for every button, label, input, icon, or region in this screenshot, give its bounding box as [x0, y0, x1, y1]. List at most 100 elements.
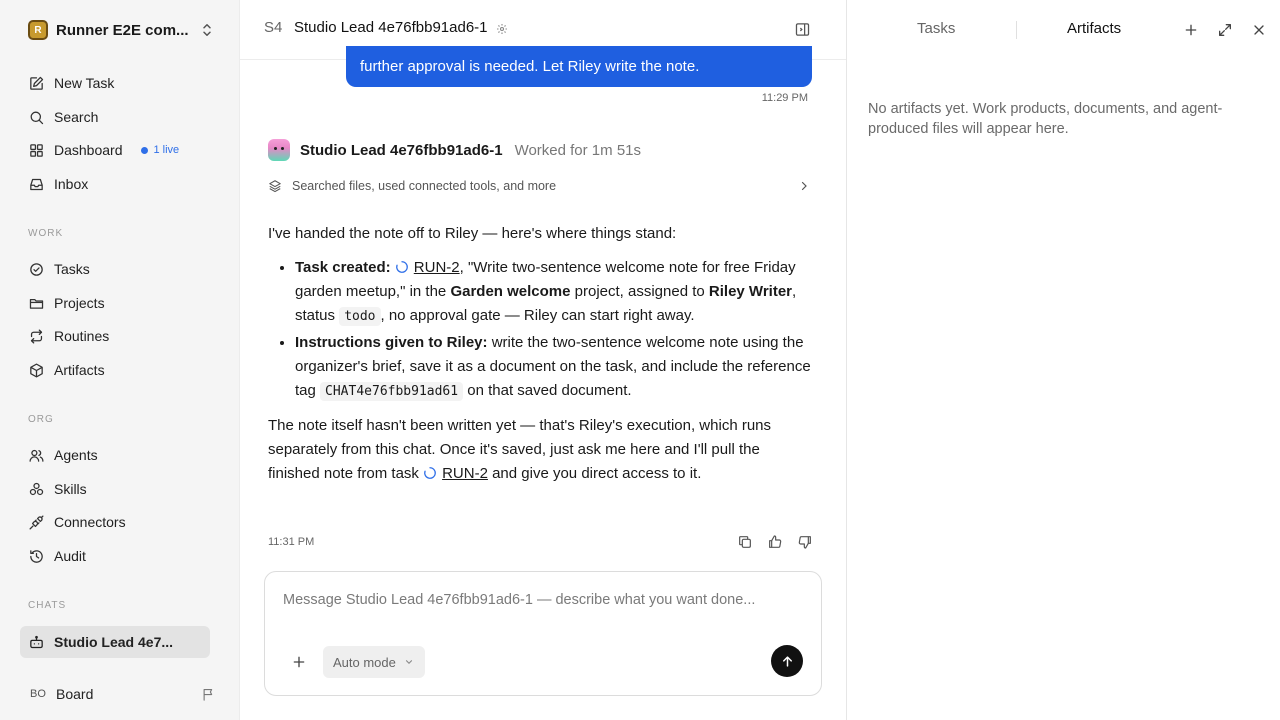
artifacts-empty-state: No artifacts yet. Work products, documen…	[868, 101, 1223, 137]
agent-bullets: Task created: RUN-2, "Write two-sentence…	[295, 256, 813, 404]
nav-audit[interactable]: Audit	[20, 540, 210, 572]
run-link[interactable]: RUN-2	[442, 465, 488, 482]
chat-title: Studio Lead 4e76fbb91ad6-1	[294, 19, 488, 36]
thumbs-up-icon[interactable]	[767, 534, 783, 550]
live-count: 1 live	[153, 144, 180, 156]
flag-icon[interactable]	[201, 687, 216, 702]
dashboard-icon	[30, 143, 43, 157]
nav-skills[interactable]: Skills	[20, 473, 210, 505]
nav-inbox[interactable]: Inbox	[20, 168, 210, 200]
reference-tag: CHAT4e76fbb91ad61	[320, 382, 464, 401]
spinner-icon	[424, 467, 436, 479]
nav-label: Search	[54, 109, 99, 125]
section-org: ORG	[28, 414, 54, 425]
nav-artifacts[interactable]: Artifacts	[20, 354, 210, 386]
chevron-updown-icon	[203, 24, 211, 36]
artifacts-panel: Tasks Artifacts No artifacts yet. Work p…	[846, 0, 1280, 720]
tab-tasks[interactable]: Tasks	[917, 20, 955, 37]
tools-summary-text: Searched files, used connected tools, an…	[292, 179, 557, 193]
chat-badge: S4	[264, 19, 283, 36]
panel-tabs: Tasks Artifacts	[847, 0, 1280, 60]
nav-dashboard[interactable]: Dashboard 1 live	[20, 134, 210, 166]
gear-icon[interactable]	[496, 23, 508, 35]
check-circle-icon	[30, 262, 43, 276]
chevron-right-icon	[801, 181, 807, 191]
nav-label: Agents	[54, 447, 98, 463]
plus-icon[interactable]	[291, 654, 307, 670]
bullet-text: on that saved document.	[463, 382, 632, 399]
user-message-bubble: further approval is needed. Let Riley wr…	[346, 46, 812, 87]
expand-icon[interactable]	[1217, 22, 1233, 38]
nav-label: Routines	[54, 328, 110, 344]
bullet-label: Instructions given to Riley:	[295, 334, 488, 351]
nav-tasks[interactable]: Tasks	[20, 253, 210, 285]
agent-avatar	[268, 139, 290, 161]
plug-icon	[29, 514, 44, 530]
cube-icon	[30, 362, 43, 378]
close-icon[interactable]	[1251, 22, 1267, 38]
bot-icon	[30, 635, 43, 648]
plus-icon[interactable]	[1183, 22, 1199, 38]
project-name: Garden welcome	[450, 283, 571, 300]
agent-message-header: Studio Lead 4e76fbb91ad6-1 Worked for 1m…	[268, 139, 641, 161]
nav-label: Audit	[54, 548, 86, 564]
nav-label: Dashboard	[54, 142, 123, 158]
skills-icon	[29, 482, 44, 495]
nav-projects[interactable]: Projects	[20, 287, 210, 319]
closing-text: and give you direct access to it.	[487, 465, 702, 482]
inbox-icon	[30, 178, 43, 190]
tools-summary-row[interactable]: Searched files, used connected tools, an…	[268, 176, 810, 196]
search-icon	[30, 111, 44, 124]
repeat-icon	[30, 328, 43, 344]
chat-item-studio-lead[interactable]: Studio Lead 4e7...	[20, 626, 210, 658]
agent-intro: I've handed the note off to Riley — here…	[268, 225, 677, 242]
bullet-text: , no approval gate — Riley can start rig…	[380, 307, 695, 324]
workspace-switcher[interactable]: R Runner E2E com...	[20, 16, 220, 44]
board-label: Board	[56, 686, 94, 702]
mode-label: Auto mode	[333, 654, 396, 670]
folder-icon	[29, 298, 44, 309]
nav-routines[interactable]: Routines	[20, 320, 210, 352]
toggle-panel-icon[interactable]	[794, 21, 811, 38]
workspace-name: Runner E2E com...	[56, 21, 189, 39]
spinner-icon	[395, 261, 408, 273]
message-composer[interactable]: Message Studio Lead 4e76fbb91ad6-1 — des…	[264, 571, 822, 696]
chevron-down-icon	[405, 660, 412, 665]
bullet-label: Task created:	[295, 259, 391, 276]
nav-label: Tasks	[54, 261, 90, 277]
users-icon	[29, 449, 44, 462]
user-message-time: 11:29 PM	[761, 92, 808, 104]
nav-label: New Task	[54, 75, 115, 91]
mode-dropdown[interactable]: Auto mode	[323, 646, 425, 678]
composer-placeholder[interactable]: Message Studio Lead 4e76fbb91ad6-1 — des…	[283, 592, 755, 608]
section-chats: CHATS	[28, 600, 67, 611]
agent-message-footer: 11:31 PM	[268, 532, 813, 552]
copy-icon[interactable]	[737, 534, 753, 550]
sidebar: R Runner E2E com... New Task Search Dash…	[0, 0, 240, 720]
edit-icon	[30, 76, 44, 90]
agent-message-time: 11:31 PM	[268, 536, 315, 548]
run-link[interactable]: RUN-2	[414, 259, 460, 276]
section-work: WORK	[28, 228, 64, 239]
history-icon	[30, 549, 43, 563]
layers-icon	[269, 180, 281, 193]
nav-label: Studio Lead 4e7...	[54, 634, 174, 650]
live-badge: 1 live	[140, 144, 180, 156]
tab-divider	[1016, 21, 1017, 39]
arrow-up-icon	[782, 655, 792, 667]
chat-pane: S4 Studio Lead 4e76fbb91ad6-1 further ap…	[240, 0, 846, 720]
nav-new-task[interactable]: New Task	[20, 67, 210, 99]
tab-artifacts[interactable]: Artifacts	[1067, 20, 1121, 37]
nav-connectors[interactable]: Connectors	[20, 506, 210, 538]
thumbs-down-icon[interactable]	[797, 534, 813, 550]
board-switcher[interactable]: BO Board	[20, 680, 220, 708]
send-button[interactable]	[771, 645, 803, 677]
nav-search[interactable]: Search	[20, 101, 210, 133]
bullet-instructions: Instructions given to Riley: write the t…	[295, 331, 813, 404]
worked-duration: Worked for 1m 51s	[514, 141, 642, 159]
nav-agents[interactable]: Agents	[20, 439, 210, 471]
agent-name: Studio Lead 4e76fbb91ad6-1	[300, 141, 503, 159]
workspace-logo: R	[28, 20, 48, 40]
status-code: todo	[339, 307, 381, 326]
bullet-task-created: Task created: RUN-2, "Write two-sentence…	[295, 256, 813, 329]
